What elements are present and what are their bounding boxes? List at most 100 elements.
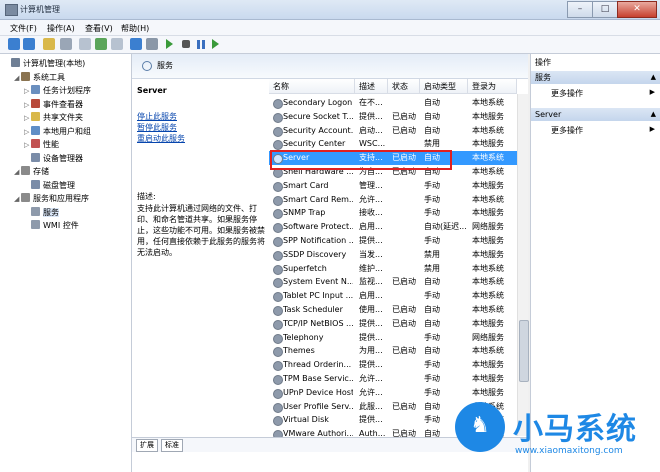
vertical-scrollbar[interactable] — [517, 94, 529, 436]
service-startup: 自动 — [424, 305, 440, 314]
stop-service-link[interactable]: 停止此服务 — [137, 111, 177, 122]
description-label: 描述: — [137, 192, 156, 201]
service-row[interactable]: Software Protect... 启用... 自动(延迟... 网络服务 — [269, 220, 517, 234]
tree-item[interactable]: ◢ 存储 — [14, 166, 49, 179]
gear-icon — [273, 347, 283, 358]
service-status: 已启动 — [392, 318, 416, 328]
expander-icon[interactable]: ▷ — [24, 128, 31, 136]
copy-icon[interactable] — [79, 38, 91, 50]
tree-node-icon — [21, 166, 30, 175]
gear-icon — [273, 264, 283, 275]
close-button[interactable]: ✕ — [617, 1, 657, 18]
navigation-tree: 计算机管理(本地) ◢ 系统工具 ▷ 任务计划程序 ▷ 事件查看器 ▷ 共享文件夹 ▷ 本地用户和组… — [0, 54, 132, 472]
expander-icon[interactable]: ▷ — [24, 87, 31, 95]
tab-extended[interactable]: 扩展 — [136, 439, 158, 452]
tree-item[interactable]: 设备管理器 — [24, 152, 83, 166]
service-desc: WSC... — [359, 139, 386, 149]
column-header-status[interactable]: 状态 — [388, 79, 420, 94]
gear-icon — [273, 195, 283, 206]
gear-icon — [273, 388, 283, 399]
service-name: SNMP Trap — [283, 208, 326, 218]
minimize-button[interactable]: – — [567, 1, 593, 18]
service-row[interactable]: TPM Base Servic... 允许... 手动 本地服务 — [269, 372, 517, 386]
service-row[interactable]: Smart Card Rem... 允许... 手动 本地系统 — [269, 193, 517, 207]
column-header-logon[interactable]: 登录为 — [468, 79, 517, 94]
tree-item[interactable]: ▷ 性能 — [24, 139, 59, 152]
restart-service-link[interactable]: 重启动此服务 — [137, 133, 185, 144]
service-row[interactable]: Secondary Logon 在不... 自动 本地系统 — [269, 96, 517, 110]
menu-view[interactable]: 查看(V) — [85, 23, 113, 34]
tree-item[interactable]: ▷ 共享文件夹 — [24, 112, 83, 125]
export-list-icon[interactable] — [111, 38, 123, 50]
tree-item[interactable]: ▷ 任务计划程序 — [24, 85, 91, 98]
more-actions-server[interactable]: 更多操作 — [551, 125, 583, 136]
service-row[interactable]: Telephony 提供... 手动 网络服务 — [269, 331, 517, 345]
tree-item-label: 系统工具 — [33, 72, 65, 82]
service-row[interactable]: Themes 为用... 已启动 自动 本地系统 — [269, 344, 517, 358]
tree-item[interactable]: ▷ 事件查看器 — [24, 98, 83, 112]
back-arrow-icon[interactable] — [8, 38, 20, 50]
more-actions-services[interactable]: 更多操作 — [551, 88, 583, 99]
gear-icon — [273, 361, 283, 372]
tree-item[interactable]: ◢ 系统工具 — [14, 71, 65, 85]
actions-section-services[interactable]: 服务 ▲ — [531, 71, 660, 84]
service-row[interactable]: Task Scheduler 使用... 已启动 自动 本地系统 — [269, 303, 517, 317]
service-row[interactable]: SPP Notification ... 提供... 手动 本地服务 — [269, 234, 517, 248]
expander-icon[interactable]: ◢ — [14, 74, 21, 82]
help-icon[interactable] — [130, 38, 142, 50]
column-header-desc[interactable]: 描述 — [355, 79, 388, 94]
tab-standard[interactable]: 标准 — [161, 439, 183, 452]
properties-icon[interactable] — [146, 38, 158, 50]
expander-icon[interactable]: ▷ — [24, 101, 31, 109]
service-row[interactable]: System Event N... 监视... 已启动 自动 本地系统 — [269, 275, 517, 289]
maximize-button[interactable]: □ — [592, 1, 618, 18]
menu-action[interactable]: 操作(A) — [47, 23, 75, 34]
service-logon: 本地服务 — [472, 374, 504, 383]
service-row[interactable]: SSDP Discovery 当发... 禁用 本地服务 — [269, 248, 517, 262]
folder-up-icon[interactable] — [43, 38, 55, 50]
service-row[interactable]: Secure Socket T... 提供... 已启动 自动 本地服务 — [269, 110, 517, 124]
stop-service-icon[interactable] — [182, 40, 190, 48]
service-desc: 当发... — [359, 249, 383, 259]
refresh-icon[interactable] — [95, 38, 107, 50]
service-row[interactable]: UPnP Device Host 允许... 手动 本地服务 — [269, 386, 517, 400]
column-header-name[interactable]: 名称 — [269, 79, 355, 94]
tree-item[interactable]: 计算机管理(本地) — [4, 58, 85, 71]
scrollbar-thumb[interactable] — [519, 320, 529, 382]
menu-file[interactable]: 文件(F) — [10, 23, 37, 34]
expander-icon[interactable]: ▷ — [24, 141, 31, 149]
service-startup: 自动 — [424, 277, 440, 287]
service-row[interactable]: TCP/IP NetBIOS ... 提供... 已启动 自动 本地服务 — [269, 317, 517, 331]
service-row[interactable]: Security Account... 启动... 已启动 自动 本地系统 — [269, 124, 517, 138]
tree-item[interactable]: 磁盘管理 — [24, 179, 75, 193]
service-row[interactable]: Thread Orderin... 提供... 手动 本地服务 — [269, 358, 517, 372]
restart-service-icon[interactable] — [212, 39, 219, 49]
service-row[interactable]: Superfetch 维护... 禁用 本地系统 — [269, 262, 517, 276]
forward-arrow-icon[interactable] — [23, 38, 35, 50]
expander-icon[interactable]: ◢ — [14, 195, 21, 203]
pause-service-icon[interactable] — [197, 40, 205, 49]
collapse-icon[interactable]: ▲ — [651, 108, 656, 121]
service-logon: 本地系统 — [472, 153, 504, 163]
service-startup: 手动 — [424, 208, 440, 218]
expander-icon[interactable]: ◢ — [14, 168, 21, 176]
service-name: Smart Card — [283, 180, 329, 190]
pause-service-link[interactable]: 暂停此服务 — [137, 122, 177, 133]
tree-item[interactable]: 服务 — [24, 206, 59, 220]
service-row[interactable]: SNMP Trap 接收... 手动 本地服务 — [269, 206, 517, 220]
tree-item[interactable]: WMI 控件 — [24, 220, 79, 233]
tree-item-label: 服务 — [43, 207, 59, 217]
column-header-startup[interactable]: 启动类型 — [420, 79, 468, 94]
collapse-icon[interactable]: ▲ — [651, 71, 656, 84]
tree-item[interactable]: ◢ 服务和应用程序 — [14, 193, 89, 206]
menu-help[interactable]: 帮助(H) — [121, 23, 149, 34]
tree-item[interactable]: ▷ 本地用户和组 — [24, 125, 91, 139]
actions-section-server[interactable]: Server ▲ — [531, 108, 660, 121]
tree-item-label: 计算机管理(本地) — [23, 59, 86, 68]
show-tree-icon[interactable] — [60, 38, 72, 50]
expander-icon[interactable]: ▷ — [24, 114, 31, 122]
watermark: ♞ 小马系统 www.xiaomaxitong.com — [455, 402, 660, 470]
start-service-icon[interactable] — [166, 39, 173, 49]
service-row[interactable]: Smart Card 管理... 手动 本地服务 — [269, 179, 517, 193]
service-row[interactable]: Tablet PC Input ... 启用... 手动 本地系统 — [269, 289, 517, 303]
